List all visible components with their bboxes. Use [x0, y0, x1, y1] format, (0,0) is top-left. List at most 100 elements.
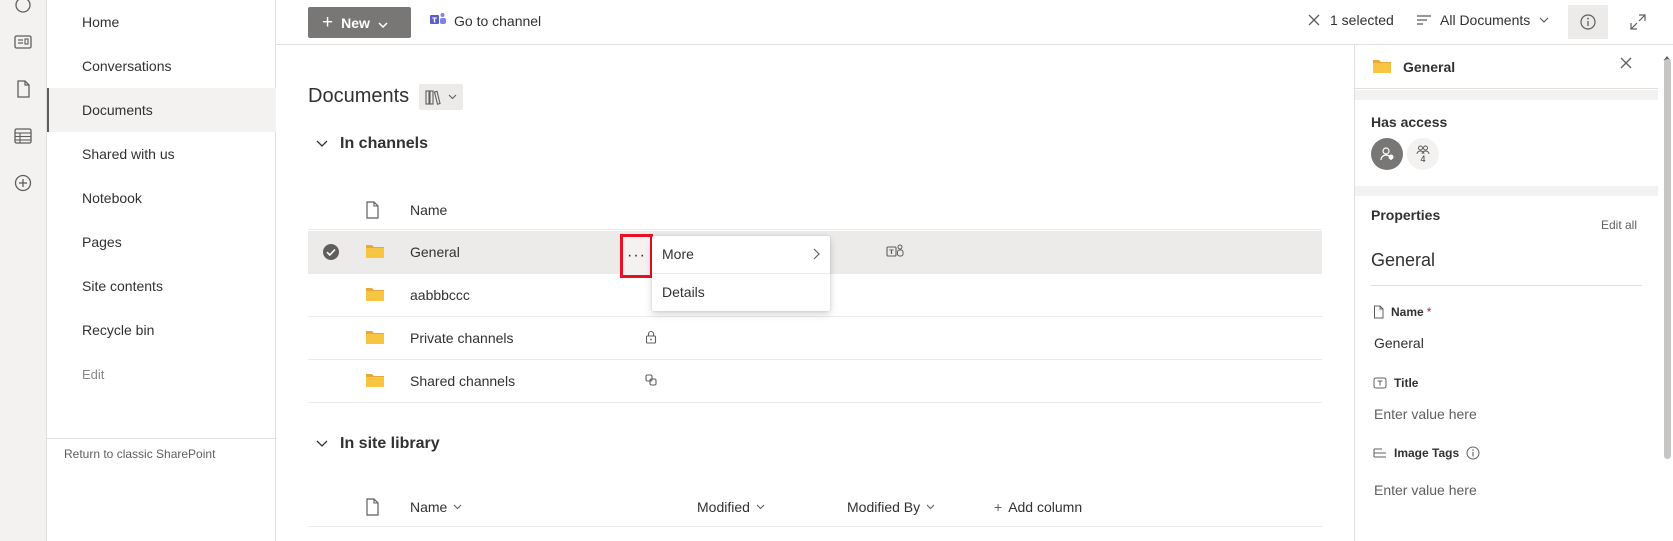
- people-icon: [1416, 145, 1430, 155]
- clear-selection-icon[interactable]: [1308, 14, 1320, 26]
- chevron-down-icon: [316, 440, 328, 448]
- row-name[interactable]: Private channels: [410, 330, 514, 346]
- create-icon[interactable]: [12, 172, 34, 194]
- menu-item-more[interactable]: More: [652, 236, 830, 272]
- details-pane-header: General: [1355, 45, 1658, 89]
- nav-item-notebook[interactable]: Notebook: [47, 176, 276, 220]
- file-type-icon[interactable]: [365, 498, 379, 519]
- table-row[interactable]: Private channels: [308, 317, 1322, 360]
- left-navigation: Home Conversations Documents Shared with…: [47, 0, 276, 541]
- modified-by-column-label: Modified By: [847, 499, 921, 515]
- name-field[interactable]: General: [1374, 335, 1424, 351]
- view-options-icon: [1416, 14, 1432, 26]
- close-icon[interactable]: [1619, 56, 1633, 73]
- group-avatar[interactable]: 4: [1407, 138, 1439, 170]
- has-access-label: Has access: [1371, 114, 1448, 130]
- library-icon: [425, 89, 443, 105]
- svg-text:T: T: [432, 17, 437, 25]
- nav-item-documents[interactable]: Documents: [47, 88, 276, 132]
- chevron-down-icon: [1539, 17, 1549, 23]
- group-label: In channels: [340, 135, 429, 152]
- owner-avatar[interactable]: [1371, 138, 1403, 170]
- view-selector[interactable]: All Documents: [1416, 12, 1549, 28]
- person-icon: [1379, 146, 1395, 162]
- new-button-label: New: [341, 14, 370, 31]
- group-header-in-site-library[interactable]: In site library: [316, 435, 440, 453]
- details-pane: General Has access 4 Properties Edit all…: [1354, 45, 1673, 541]
- folder-icon: [365, 372, 385, 391]
- plus-icon: +: [322, 12, 334, 33]
- new-button[interactable]: + New: [308, 7, 411, 38]
- shared-channel-icon: [645, 373, 657, 389]
- chevron-down-icon: [756, 504, 765, 510]
- info-icon: [1580, 14, 1596, 30]
- row-name[interactable]: Shared channels: [410, 373, 515, 389]
- add-column-label: Add column: [1008, 499, 1083, 515]
- view-name: All Documents: [1440, 12, 1531, 28]
- nav-item-site-contents[interactable]: Site contents: [47, 264, 276, 308]
- nav-item-recycle-bin[interactable]: Recycle bin: [47, 308, 276, 352]
- teams-icon: T: [430, 12, 446, 30]
- selection-info[interactable]: 1 selected: [1308, 12, 1394, 28]
- group-header-in-channels[interactable]: In channels: [316, 135, 428, 153]
- title-field-label: Title: [1373, 376, 1418, 390]
- teams-channel-icon: T: [886, 243, 904, 262]
- page-title: Documents: [308, 85, 410, 107]
- go-to-channel-button[interactable]: T Go to channel: [430, 12, 541, 30]
- file-icon[interactable]: [12, 78, 34, 100]
- column-header-row: Name Modified Modified By + Add column: [308, 487, 1322, 527]
- context-menu: More Details: [652, 236, 830, 311]
- chevron-right-icon: [813, 247, 820, 263]
- menu-item-details[interactable]: Details: [652, 274, 830, 310]
- folder-icon: [365, 329, 385, 348]
- section-divider: [1355, 90, 1658, 100]
- image-tags-field-label: Image Tags: [1373, 446, 1487, 460]
- lock-icon: [645, 330, 657, 347]
- file-type-icon[interactable]: [365, 201, 379, 222]
- nav-item-conversations[interactable]: Conversations: [47, 44, 276, 88]
- selected-count: 1 selected: [1330, 12, 1394, 28]
- column-header-row: Name: [308, 190, 1322, 230]
- info-icon[interactable]: [1466, 446, 1487, 460]
- group-label: In site library: [340, 435, 440, 452]
- folder-icon: [365, 243, 385, 262]
- details-pane-scrollbar[interactable]: [1660, 45, 1673, 541]
- nav-item-shared-with-us[interactable]: Shared with us: [47, 132, 276, 176]
- edit-all-link[interactable]: Edit all: [1601, 218, 1637, 232]
- modified-column-label: Modified: [697, 499, 750, 515]
- news-icon[interactable]: [12, 31, 34, 53]
- row-name[interactable]: aabbbccc: [410, 287, 470, 303]
- menu-item-label: More: [662, 246, 694, 262]
- expand-icon: [1630, 14, 1646, 30]
- scrollbar-thumb[interactable]: [1664, 59, 1671, 459]
- details-pane-button[interactable]: [1568, 5, 1608, 39]
- image-tags-label-text: Image Tags: [1394, 446, 1460, 460]
- modified-column-header[interactable]: Modified: [697, 499, 765, 515]
- selected-checkmark-icon[interactable]: [322, 243, 340, 264]
- nav-edit-link[interactable]: Edit: [47, 352, 276, 396]
- item-title: General: [1371, 250, 1436, 270]
- table-row[interactable]: Shared channels: [308, 360, 1322, 403]
- title-field[interactable]: Enter value here: [1374, 406, 1477, 422]
- folder-icon: [365, 286, 385, 305]
- row-name[interactable]: General: [410, 244, 460, 260]
- view-switcher[interactable]: [419, 84, 463, 110]
- name-column-header[interactable]: Name: [410, 202, 447, 218]
- activity-icon[interactable]: [12, 0, 34, 16]
- folder-icon: [1372, 58, 1392, 77]
- name-column-header[interactable]: Name: [410, 499, 462, 515]
- file-icon: [1374, 305, 1384, 319]
- nav-item-pages[interactable]: Pages: [47, 220, 276, 264]
- expand-button[interactable]: [1626, 10, 1650, 34]
- nav-item-home[interactable]: Home: [47, 0, 276, 44]
- lists-icon[interactable]: [12, 125, 34, 147]
- return-to-classic-link[interactable]: Return to classic SharePoint: [64, 447, 215, 461]
- modified-by-column-header[interactable]: Modified By: [847, 499, 935, 515]
- tags-icon: [1373, 448, 1386, 458]
- add-column-button[interactable]: + Add column: [994, 499, 1082, 515]
- svg-text:T: T: [889, 248, 894, 256]
- name-label-text: Name: [1391, 305, 1424, 319]
- more-actions-button[interactable]: ···: [620, 234, 653, 278]
- chevron-down-icon: [448, 94, 457, 100]
- image-tags-field[interactable]: Enter value here: [1374, 482, 1477, 498]
